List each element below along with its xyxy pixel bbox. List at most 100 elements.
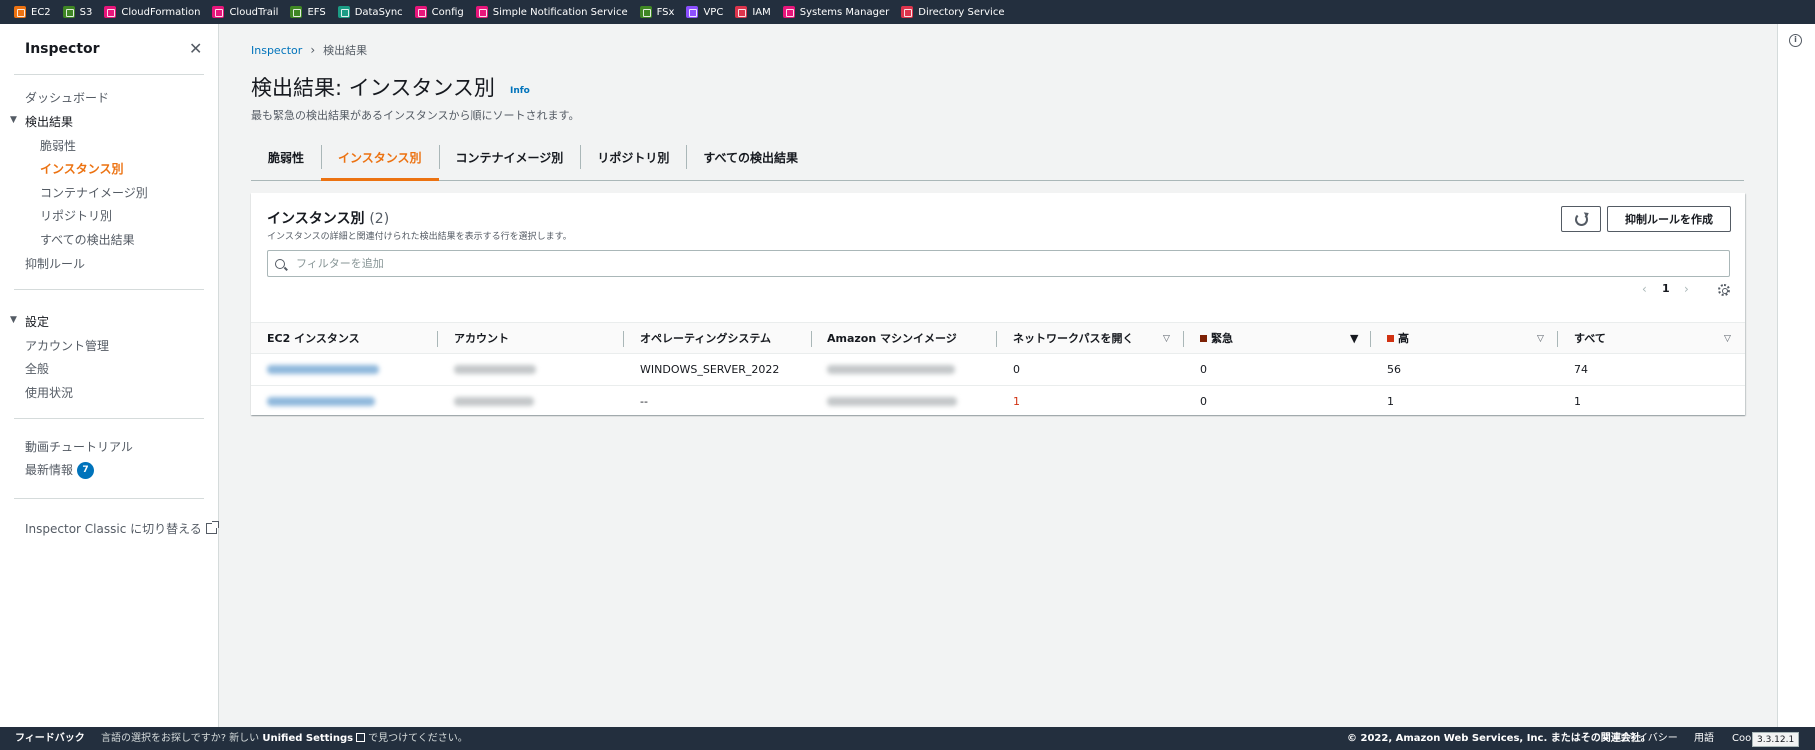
- service-efs[interactable]: EFS: [290, 6, 326, 18]
- sort-icon[interactable]: ▽: [1163, 323, 1170, 355]
- tab-vulnerability[interactable]: 脆弱性: [251, 145, 321, 181]
- sidebar-item-video-tutorials[interactable]: 動画チュートリアル: [25, 438, 133, 455]
- terms-link[interactable]: 用語: [1694, 727, 1714, 750]
- service-cloudformation[interactable]: CloudFormation: [104, 6, 200, 18]
- help-panel-rail: i: [1777, 24, 1815, 727]
- caret-down-icon[interactable]: ▼: [10, 115, 17, 125]
- service-iam[interactable]: IAM: [735, 6, 771, 18]
- service-fsx[interactable]: FSx: [639, 6, 674, 18]
- service-sns[interactable]: Simple Notification Service: [475, 6, 628, 18]
- iam-icon: [735, 6, 748, 18]
- ami-id-redacted: [827, 397, 957, 406]
- instance-id-redacted[interactable]: [267, 365, 379, 374]
- col-header-critical[interactable]: 緊急: [1200, 323, 1233, 355]
- account-id-redacted: [454, 397, 534, 406]
- refresh-button[interactable]: [1561, 206, 1601, 232]
- chevron-right-icon: ›: [310, 43, 316, 57]
- col-header-all[interactable]: すべて: [1574, 323, 1606, 355]
- service-systems-manager[interactable]: Systems Manager: [782, 6, 889, 18]
- column-resizer[interactable]: [1557, 331, 1558, 347]
- sidebar-item-all-findings[interactable]: すべての検出結果: [40, 231, 135, 248]
- switch-to-classic-link[interactable]: Inspector Classic に切り替える: [25, 520, 219, 537]
- info-icon[interactable]: i: [1789, 34, 1802, 47]
- sidebar-item-by-repository[interactable]: リポジトリ別: [40, 207, 112, 224]
- s3-icon: [62, 6, 75, 18]
- instance-id-redacted[interactable]: [267, 397, 375, 406]
- sidebar-item-usage[interactable]: 使用状況: [25, 384, 73, 401]
- col-header-high[interactable]: 高: [1387, 323, 1409, 355]
- table-title: インスタンス別 (2): [267, 211, 390, 227]
- tab-by-container-image[interactable]: コンテナイメージ別: [438, 145, 581, 181]
- console-footer: フィードバック 言語の選択をお探しですか? 新しい Unified Settin…: [0, 727, 1815, 750]
- sidebar-group-settings[interactable]: 設定: [25, 313, 49, 330]
- os-cell: --: [640, 395, 648, 408]
- column-resizer[interactable]: [996, 331, 997, 347]
- account-id-redacted: [454, 365, 536, 374]
- chevron-right-icon[interactable]: ›: [1684, 282, 1689, 296]
- datasync-icon: [337, 6, 350, 18]
- service-config[interactable]: Config: [414, 6, 464, 18]
- sidebar-item-vulnerability[interactable]: 脆弱性: [40, 137, 76, 154]
- service-vpc[interactable]: VPC: [686, 6, 723, 18]
- tab-by-instance[interactable]: インスタンス別: [321, 145, 439, 181]
- close-icon[interactable]: ✕: [189, 40, 202, 58]
- sidebar-item-account-management[interactable]: アカウント管理: [25, 337, 109, 354]
- service-shortcut-bar: EC2 S3 CloudFormation CloudTrail EFS Dat…: [0, 0, 1815, 24]
- directory-service-icon: [901, 6, 914, 18]
- sidebar-item-suppression-rules[interactable]: 抑制ルール: [25, 255, 85, 272]
- config-icon: [414, 6, 427, 18]
- high-cell: 56: [1387, 363, 1401, 376]
- sort-icon[interactable]: ▽: [1724, 323, 1731, 355]
- page-number[interactable]: 1: [1662, 282, 1670, 295]
- sort-icon[interactable]: ▽: [1537, 323, 1544, 355]
- tab-by-repository[interactable]: リポジトリ別: [580, 145, 686, 181]
- ami-id-redacted: [827, 365, 955, 374]
- info-link[interactable]: Info: [510, 86, 530, 96]
- privacy-link[interactable]: プライバシー: [1618, 727, 1678, 750]
- column-resizer[interactable]: [1370, 331, 1371, 347]
- caret-down-icon[interactable]: ▼: [10, 315, 17, 325]
- table-row[interactable]: WINDOWS_SERVER_2022 0 0 56 74: [251, 354, 1745, 386]
- service-datasync[interactable]: DataSync: [337, 6, 403, 18]
- sidebar-title: Inspector: [25, 41, 100, 57]
- sidebar-item-whats-new[interactable]: 最新情報 7: [25, 461, 95, 479]
- tab-all-findings[interactable]: すべての検出結果: [686, 145, 815, 181]
- column-resizer[interactable]: [1183, 331, 1184, 347]
- sidebar-group-findings[interactable]: 検出結果: [25, 113, 73, 130]
- unified-settings-link[interactable]: Unified Settings: [262, 733, 353, 744]
- breadcrumb-inspector[interactable]: Inspector: [251, 44, 302, 57]
- gear-icon[interactable]: [1718, 284, 1730, 296]
- table-row[interactable]: -- 1 0 1 1: [251, 386, 1745, 418]
- version-label: 3.3.12.1: [1752, 732, 1800, 747]
- col-header-ami[interactable]: Amazon マシンイメージ: [827, 323, 957, 355]
- feedback-link[interactable]: フィードバック: [15, 727, 85, 750]
- create-suppression-rule-button[interactable]: 抑制ルールを作成: [1607, 206, 1731, 232]
- sidebar-item-by-instance[interactable]: インスタンス別: [40, 160, 124, 177]
- sidebar-item-by-container-image[interactable]: コンテナイメージ別: [40, 184, 148, 201]
- critical-cell: 0: [1200, 363, 1207, 376]
- table-description: インスタンスの詳細と関連付けられた検出結果を表示する行を選択します。: [267, 232, 572, 242]
- systems-manager-icon: [782, 6, 795, 18]
- sidebar-item-general[interactable]: 全般: [25, 360, 49, 377]
- page-description: 最も緊急の検出結果があるインスタンスから順にソートされます。: [251, 109, 580, 122]
- filter-input[interactable]: [296, 257, 1696, 270]
- column-resizer[interactable]: [437, 331, 438, 347]
- column-resizer[interactable]: [623, 331, 624, 347]
- col-header-instance[interactable]: EC2 インスタンス: [267, 323, 360, 355]
- divider: [14, 74, 204, 75]
- network-paths-cell: 0: [1013, 363, 1020, 376]
- sort-descending-icon[interactable]: ▼: [1350, 323, 1358, 355]
- column-resizer[interactable]: [811, 331, 812, 347]
- col-header-os[interactable]: オペレーティングシステム: [640, 323, 771, 355]
- filter-bar: [267, 250, 1730, 277]
- col-header-network-paths[interactable]: ネットワークパスを開く: [1013, 323, 1133, 355]
- chevron-left-icon[interactable]: ‹: [1642, 282, 1647, 296]
- sidebar-item-dashboard[interactable]: ダッシュボード: [25, 89, 109, 106]
- cloudformation-icon: [104, 6, 117, 18]
- col-header-account[interactable]: アカウント: [454, 323, 509, 355]
- service-directory-service[interactable]: Directory Service: [901, 6, 1004, 18]
- service-s3[interactable]: S3: [62, 6, 92, 18]
- service-ec2[interactable]: EC2: [14, 6, 51, 18]
- service-cloudtrail[interactable]: CloudTrail: [212, 6, 278, 18]
- critical-cell: 0: [1200, 395, 1207, 408]
